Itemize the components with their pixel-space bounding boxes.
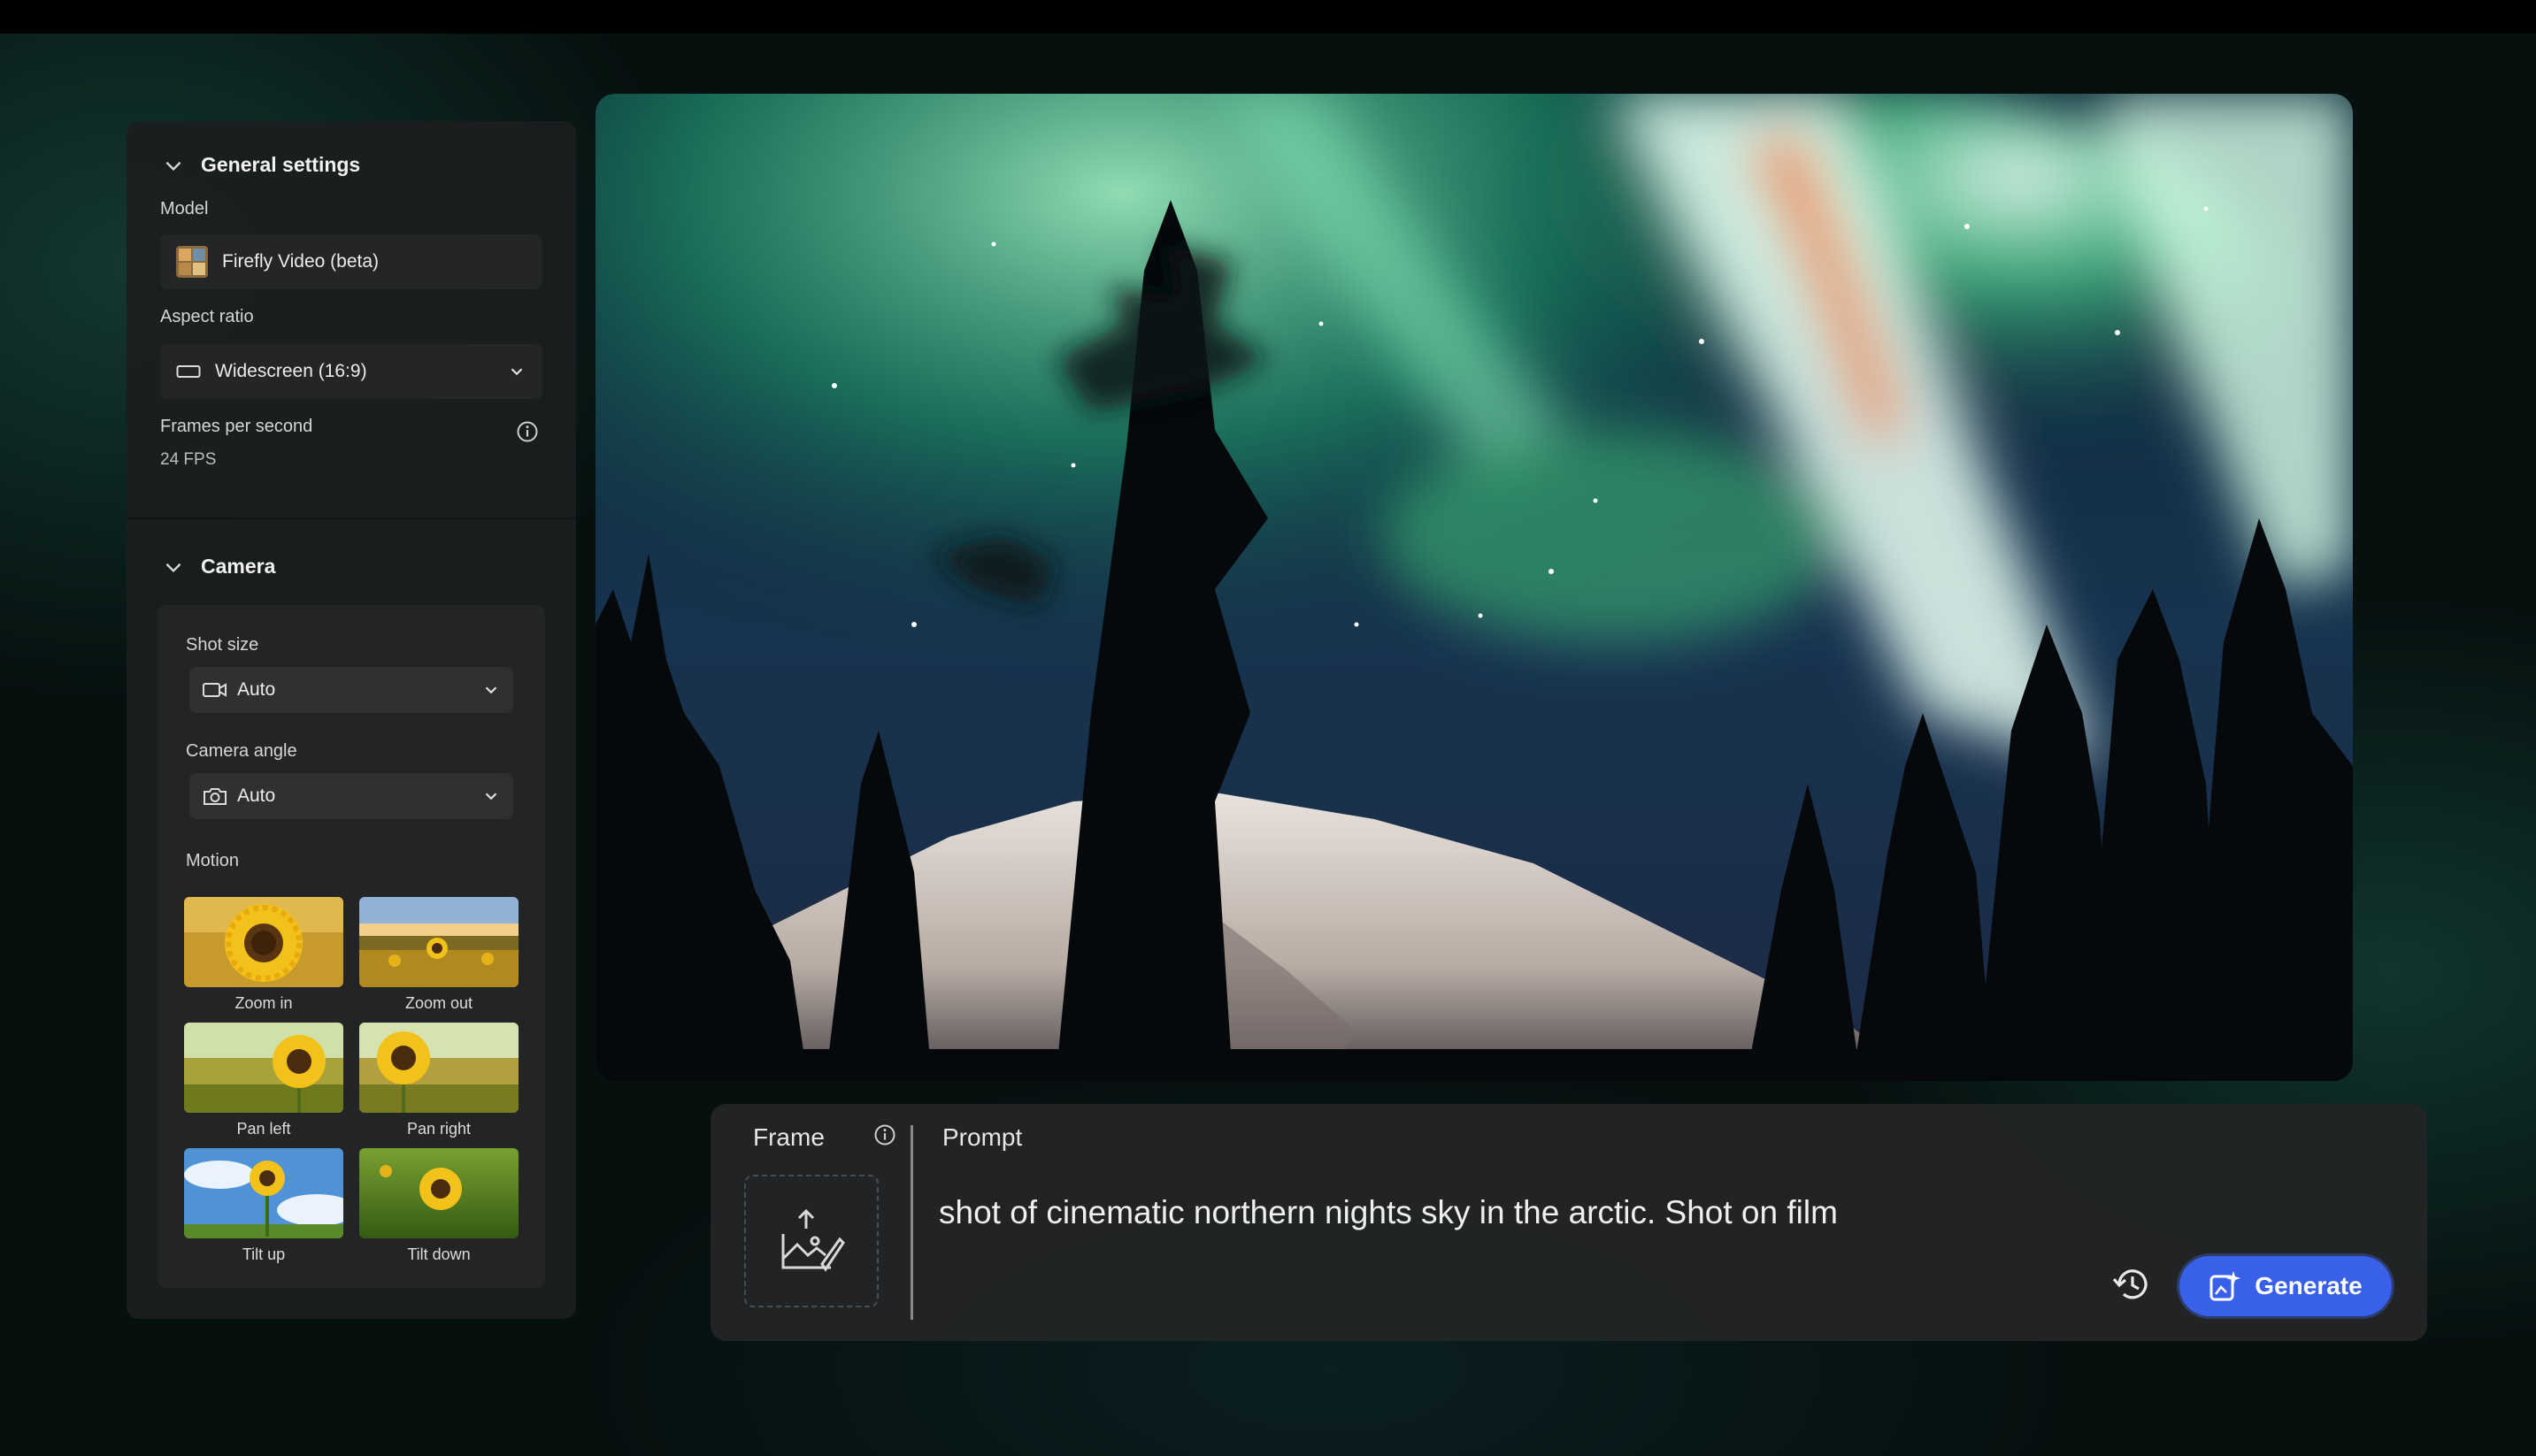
motion-label-tilt-up: Tilt up	[242, 1245, 286, 1263]
aspect-ratio-value: Widescreen (16:9)	[215, 361, 367, 381]
generate-label: Generate	[2255, 1272, 2363, 1299]
motion-label-zoom-in: Zoom in	[234, 994, 293, 1012]
chevron-down-icon	[485, 793, 497, 801]
section-divider	[127, 517, 576, 519]
chevron-down-icon	[511, 368, 523, 376]
history-button[interactable]	[2109, 1261, 2155, 1307]
shot-size-label: Shot size	[186, 635, 259, 655]
motion-label-pan-left: Pan left	[236, 1120, 291, 1138]
firefly-model-icon	[176, 246, 208, 278]
aurora-preview-image	[596, 94, 2353, 1081]
info-icon[interactable]	[873, 1123, 896, 1146]
motion-label-zoom-out: Zoom out	[404, 994, 473, 1012]
frame-upload-box[interactable]	[744, 1175, 879, 1307]
general-settings-title: General settings	[201, 153, 361, 176]
history-icon	[2112, 1269, 2148, 1299]
shot-size-value: Auto	[237, 679, 276, 700]
video-preview	[596, 94, 2353, 1081]
camera-angle-value: Auto	[237, 785, 276, 806]
aspect-ratio-label: Aspect ratio	[160, 307, 254, 326]
fps-value: 24 FPS	[160, 450, 217, 469]
prompt-input[interactable]: shot of cinematic northern nights sky in…	[939, 1194, 1838, 1231]
camera-angle-dropdown[interactable]: Auto	[189, 773, 513, 819]
shot-size-dropdown[interactable]: Auto	[189, 667, 513, 713]
settings-sidebar: General settings Model Firefly Video (be…	[127, 121, 576, 1319]
chevron-down-icon	[485, 686, 497, 694]
chevron-down-icon	[165, 563, 181, 572]
video-camera-icon	[203, 683, 227, 697]
prompt-label: Prompt	[942, 1123, 1023, 1151]
motion-thumb-tilt-down[interactable]	[359, 1148, 519, 1238]
motion-thumb-zoom-out[interactable]	[359, 897, 519, 987]
aspect-ratio-dropdown[interactable]: Widescreen (16:9)	[160, 344, 542, 399]
model-select[interactable]: Firefly Video (beta)	[160, 234, 542, 289]
fps-label: Frames per second	[160, 417, 313, 436]
camera-header[interactable]: Camera	[162, 555, 275, 579]
camera-settings-panel: Shot size Auto Camera angle Auto Motion	[158, 605, 545, 1288]
top-black-bar	[0, 0, 2536, 34]
image-upload-icon	[781, 1208, 845, 1272]
panel-divider	[911, 1125, 913, 1320]
motion-thumb-zoom-in[interactable]	[184, 897, 343, 987]
camera-icon	[204, 788, 227, 805]
prompt-panel: Frame Prompt shot of cinematic northern …	[711, 1104, 2427, 1341]
camera-title: Camera	[201, 555, 276, 578]
model-label: Model	[160, 199, 209, 218]
info-icon[interactable]	[516, 420, 539, 443]
widescreen-icon	[176, 365, 201, 378]
motion-label: Motion	[186, 851, 240, 870]
frame-label: Frame	[753, 1123, 825, 1151]
generate-sparkle-icon	[2209, 1271, 2241, 1301]
motion-label-pan-right: Pan right	[406, 1120, 472, 1138]
model-value: Firefly Video (beta)	[222, 251, 380, 272]
general-settings-header[interactable]: General settings	[162, 153, 360, 177]
motion-thumb-pan-right[interactable]	[359, 1023, 519, 1113]
motion-thumb-pan-left[interactable]	[184, 1023, 343, 1113]
motion-label-tilt-down: Tilt down	[407, 1245, 471, 1263]
chevron-down-icon	[165, 161, 181, 171]
motion-thumb-tilt-up[interactable]	[184, 1148, 343, 1238]
generate-button[interactable]: Generate	[2179, 1256, 2392, 1316]
camera-angle-label: Camera angle	[186, 741, 297, 761]
